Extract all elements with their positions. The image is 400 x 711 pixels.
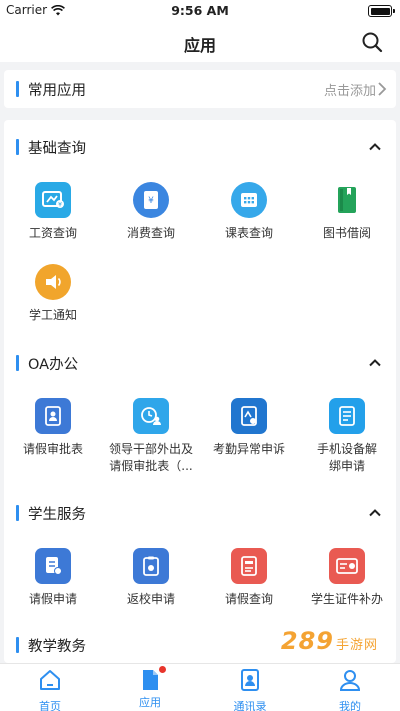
favorites-header[interactable]: 常用应用 点击添加 bbox=[4, 74, 396, 104]
salary-icon: ¥ bbox=[35, 182, 71, 218]
favorites-card: 常用应用 点击添加 bbox=[4, 70, 396, 108]
app-salary-query[interactable]: ¥ 工资查询 bbox=[4, 182, 102, 242]
leave-apply-icon bbox=[35, 548, 71, 584]
tab-contacts[interactable]: 通讯录 bbox=[200, 668, 300, 711]
section-title: 基础查询 bbox=[28, 141, 86, 157]
profile-icon bbox=[339, 670, 361, 691]
home-icon bbox=[40, 670, 60, 690]
app-label: 返校申请 bbox=[126, 592, 175, 606]
section-accent-bar bbox=[16, 505, 19, 521]
section-header-oa-office[interactable]: OA办公 bbox=[4, 348, 396, 378]
app-student-id-reissue[interactable]: 学生证件补办 bbox=[298, 548, 396, 608]
apps-icon bbox=[138, 666, 166, 692]
favorites-title: 常用应用 bbox=[28, 83, 86, 99]
consume-icon: ¥ bbox=[133, 182, 169, 218]
section-accent-bar bbox=[16, 139, 19, 155]
section-accent-bar bbox=[16, 81, 19, 97]
app-label: 消费查询 bbox=[126, 226, 175, 240]
app-label: 考勤异常申诉 bbox=[212, 442, 285, 456]
app-leave-apply[interactable]: 请假申请 bbox=[4, 548, 102, 608]
tab-label: 首页 bbox=[39, 700, 61, 711]
tab-bar: 首页 应用 通讯录 我的 bbox=[0, 663, 400, 711]
chevron-up-icon[interactable] bbox=[368, 506, 382, 520]
app-leader-out-approval[interactable]: 领导干部外出及 请假审批表（... bbox=[102, 398, 200, 475]
return-school-icon bbox=[133, 548, 169, 584]
apps-card: 基础查询 ¥ 工资查询 ¥ 消费查询 课表查询 图书借阅 学工通知 OA办公 请… bbox=[4, 120, 396, 663]
notification-dot bbox=[159, 666, 166, 673]
section-accent-bar bbox=[16, 355, 19, 371]
chevron-right-icon bbox=[378, 82, 387, 96]
app-label: 手机设备解 绑申请 bbox=[316, 442, 377, 473]
app-device-unbind[interactable]: 手机设备解 绑申请 bbox=[298, 398, 396, 475]
timetable-icon bbox=[231, 182, 267, 218]
section-header-basic-query[interactable]: 基础查询 bbox=[4, 132, 396, 162]
app-label: 学生证件补办 bbox=[310, 592, 383, 606]
watermark-sub: 手游网 bbox=[335, 638, 378, 653]
app-label: 请假申请 bbox=[28, 592, 77, 606]
add-favorite-link[interactable]: 点击添加 bbox=[324, 80, 376, 99]
app-leave-query[interactable]: 请假查询 bbox=[200, 548, 298, 608]
section-title: OA办公 bbox=[28, 357, 79, 373]
tab-apps[interactable]: 应用 bbox=[100, 666, 200, 710]
leader-out-icon bbox=[133, 398, 169, 434]
chevron-up-icon[interactable] bbox=[368, 140, 382, 154]
svg-text:¥: ¥ bbox=[58, 202, 62, 209]
device-unbind-icon bbox=[329, 398, 365, 434]
app-label: 工资查询 bbox=[28, 226, 77, 240]
section-accent-bar bbox=[16, 637, 19, 653]
clock: 9:56 AM bbox=[171, 3, 229, 18]
section-title: 学生服务 bbox=[28, 507, 86, 523]
app-label: 课表查询 bbox=[224, 226, 273, 240]
book-icon bbox=[329, 182, 365, 218]
watermark-logo: 289 手游网 bbox=[281, 627, 378, 655]
app-label: 请假查询 bbox=[224, 592, 273, 606]
status-bar: Carrier 9:56 AM bbox=[0, 0, 400, 22]
tab-label: 应用 bbox=[139, 696, 161, 709]
battery-icon bbox=[368, 5, 395, 17]
app-leave-approval[interactable]: 请假审批表 bbox=[4, 398, 102, 458]
tab-label: 我的 bbox=[339, 700, 361, 711]
app-return-school[interactable]: 返校申请 bbox=[102, 548, 200, 608]
svg-text:¥: ¥ bbox=[148, 196, 154, 206]
tab-home[interactable]: 首页 bbox=[0, 668, 100, 711]
app-timetable-query[interactable]: 课表查询 bbox=[200, 182, 298, 242]
chevron-up-icon[interactable] bbox=[368, 356, 382, 370]
app-student-notice[interactable]: 学工通知 bbox=[4, 264, 102, 324]
attendance-icon bbox=[231, 398, 267, 434]
app-label: 学工通知 bbox=[28, 308, 77, 322]
section-title: 教学教务 bbox=[28, 639, 86, 655]
id-reissue-icon bbox=[329, 548, 365, 584]
app-label: 图书借阅 bbox=[322, 226, 371, 240]
app-book-borrow[interactable]: 图书借阅 bbox=[298, 182, 396, 242]
leave-query-icon bbox=[231, 548, 267, 584]
leave-approval-icon bbox=[35, 398, 71, 434]
nav-bar: 应用 bbox=[0, 22, 400, 62]
tab-label: 通讯录 bbox=[233, 700, 267, 711]
app-consume-query[interactable]: ¥ 消费查询 bbox=[102, 182, 200, 242]
contacts-icon bbox=[241, 669, 259, 691]
app-label: 领导干部外出及 请假审批表（... bbox=[108, 442, 193, 473]
section-header-student-service[interactable]: 学生服务 bbox=[4, 498, 396, 528]
tab-profile[interactable]: 我的 bbox=[300, 668, 400, 711]
search-icon[interactable] bbox=[360, 30, 384, 54]
app-label: 请假审批表 bbox=[22, 442, 83, 456]
page-title: 应用 bbox=[183, 36, 216, 55]
notice-icon bbox=[35, 264, 71, 300]
watermark-text: 289 bbox=[280, 627, 334, 655]
app-attendance-appeal[interactable]: 考勤异常申诉 bbox=[200, 398, 298, 458]
